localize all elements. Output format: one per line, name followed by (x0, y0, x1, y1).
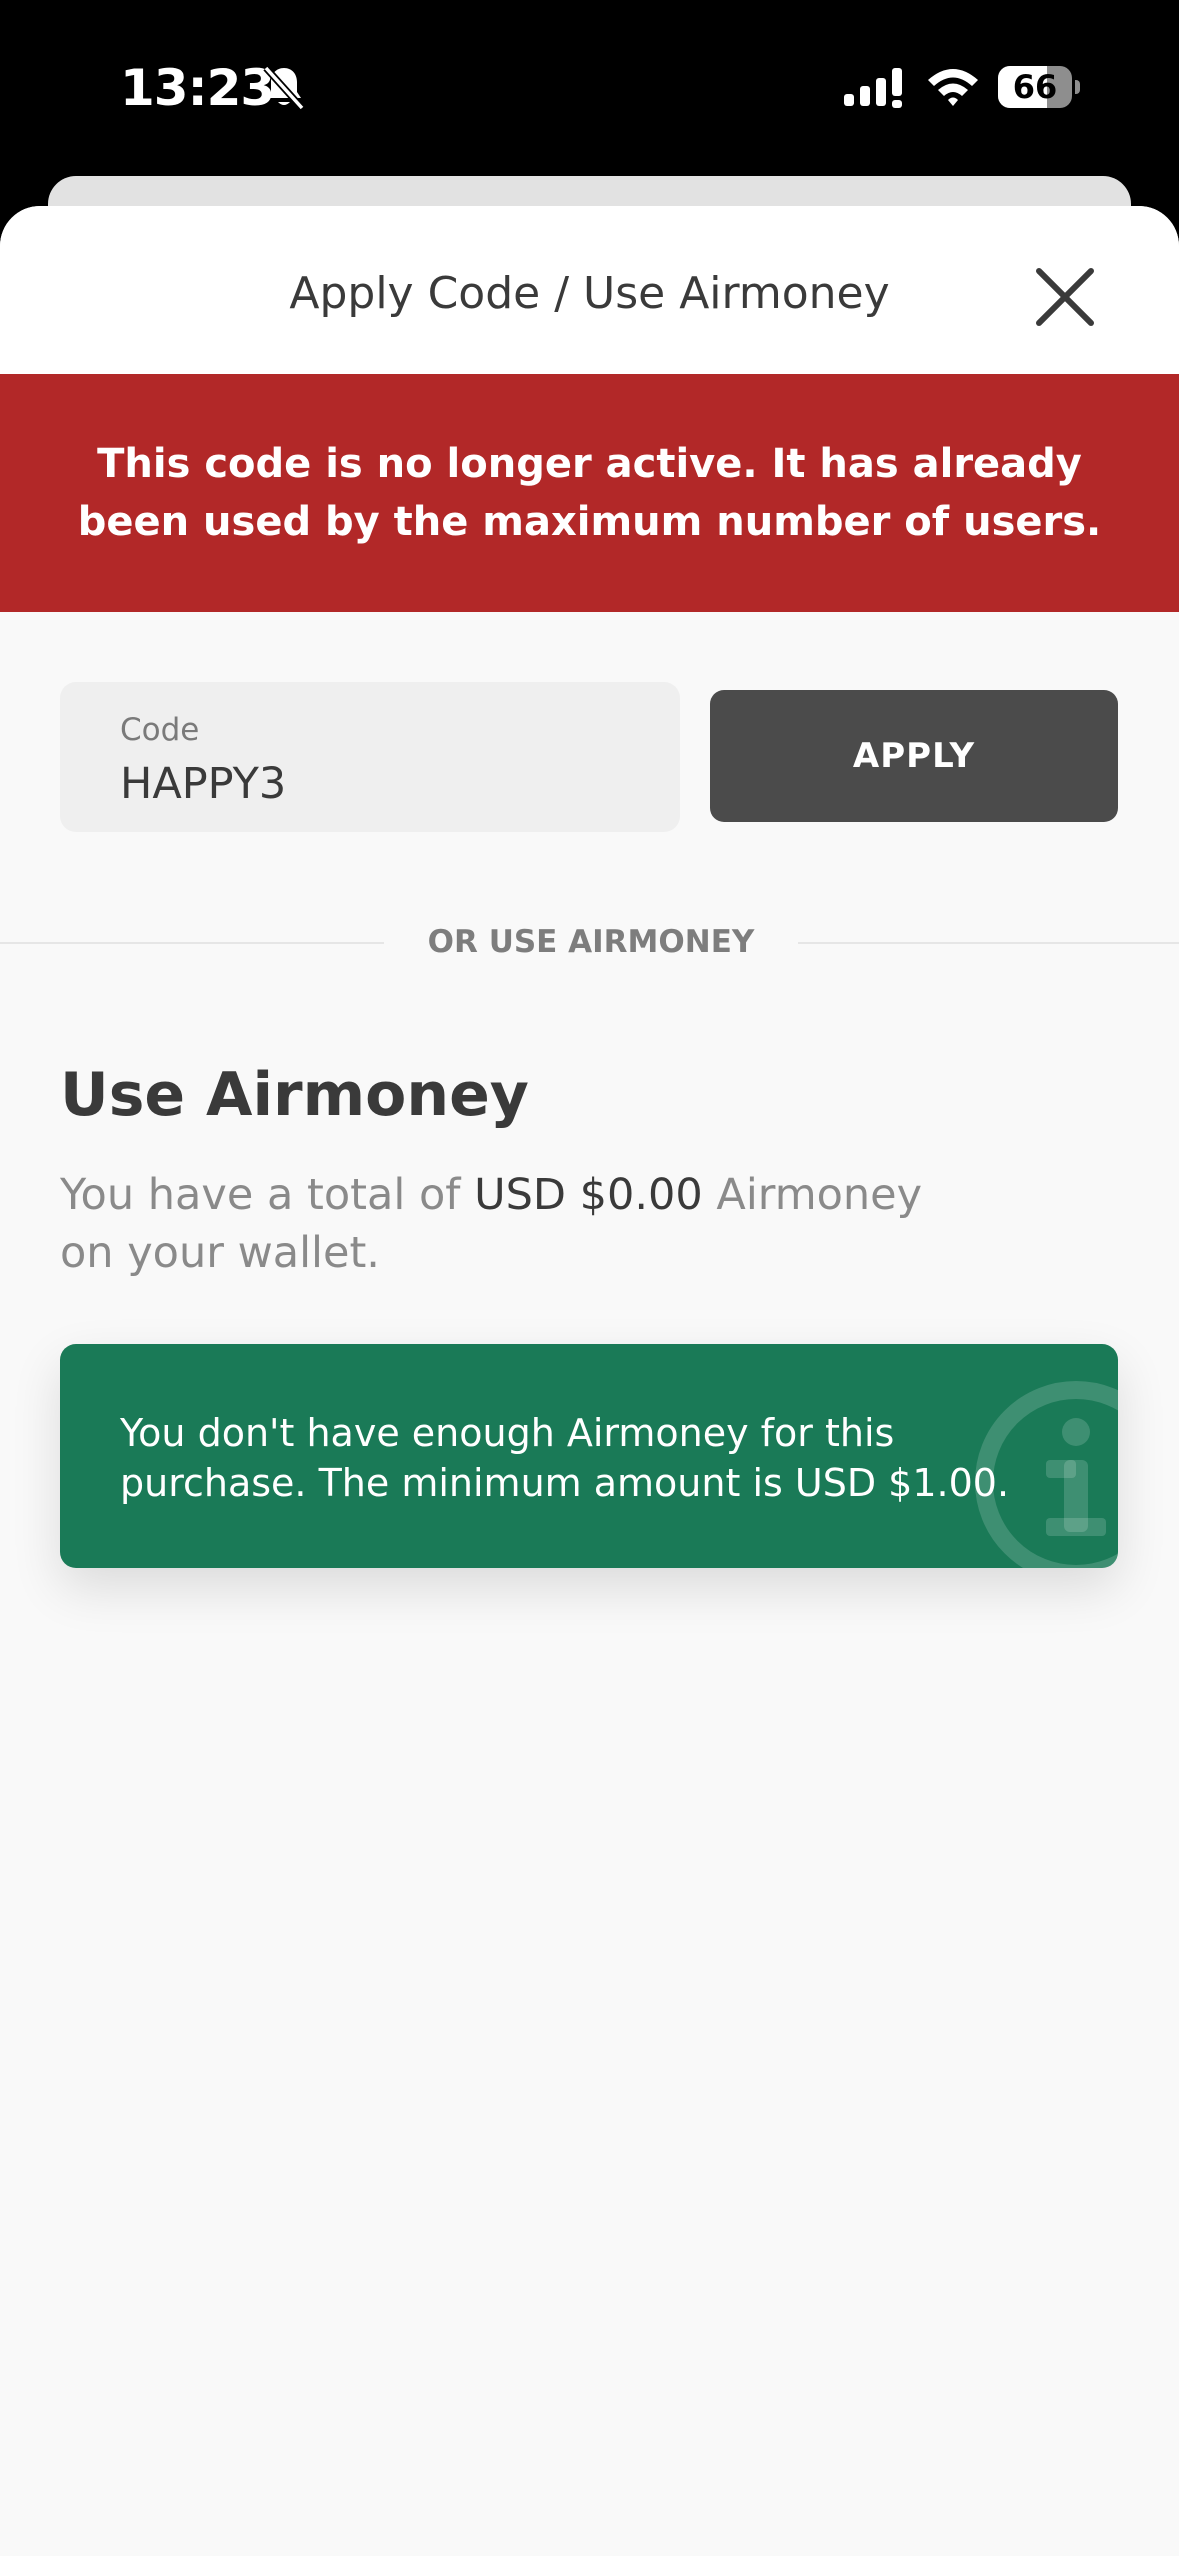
status-time: 13:23 (120, 59, 275, 117)
sheet-header: Apply Code / Use Airmoney (0, 206, 1179, 374)
airmoney-info-message: You don't have enough Airmoney for this … (120, 1411, 1010, 1505)
battery-indicator: 66 (998, 66, 1080, 108)
bell-slash-icon (263, 65, 305, 111)
close-button[interactable] (1010, 242, 1120, 352)
sheet-title: Apply Code / Use Airmoney (289, 268, 890, 319)
divider-line-left (0, 942, 384, 944)
wifi-icon (928, 69, 978, 106)
apply-code-sheet: Apply Code / Use Airmoney This code is n… (0, 206, 1179, 2556)
close-icon (1036, 268, 1094, 326)
divider-label: OR USE AIRMONEY (427, 924, 755, 960)
airmoney-desc-prefix: You have a total of (60, 1170, 475, 1220)
info-icon (975, 1381, 1118, 1568)
error-banner: This code is no longer active. It has al… (0, 374, 1179, 612)
airmoney-balance: USD $0.00 (474, 1170, 703, 1220)
code-label: Code (120, 712, 200, 748)
status-bar: 13:23 66 (0, 0, 1179, 170)
airmoney-heading: Use Airmoney (60, 1060, 529, 1130)
airmoney-info-card: You don't have enough Airmoney for this … (60, 1344, 1118, 1568)
divider-line-right (798, 942, 1179, 944)
apply-button[interactable]: APPLY (710, 690, 1118, 822)
battery-level: 66 (1012, 68, 1058, 106)
code-input[interactable] (120, 756, 640, 812)
airmoney-description: You have a total of USD $0.00 Airmoney o… (60, 1166, 960, 1282)
error-message: This code is no longer active. It has al… (77, 441, 1102, 545)
cellular-signal-icon (844, 68, 902, 108)
code-field[interactable]: Code (60, 682, 680, 832)
battery-body: 66 (998, 66, 1072, 108)
battery-tip (1075, 80, 1080, 94)
